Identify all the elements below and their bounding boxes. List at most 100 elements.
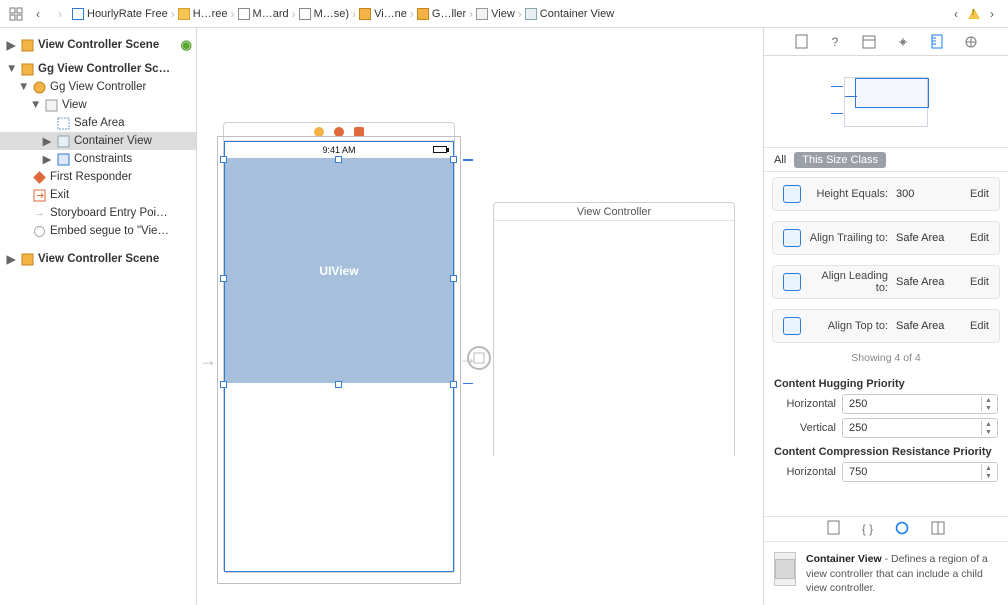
- breadcrumb[interactable]: M…ard: [238, 8, 289, 20]
- embedded-view[interactable]: [494, 221, 734, 458]
- scene-header[interactable]: View Controller: [494, 203, 734, 221]
- object-library-tab-icon[interactable]: [895, 521, 909, 538]
- row-label: Container View: [74, 135, 152, 147]
- constraint-label: Align Top to:: [809, 320, 888, 332]
- hugging-vertical-field[interactable]: 250▲▼: [842, 418, 998, 438]
- row-label: Gg View Controller: [50, 81, 146, 93]
- scene-row[interactable]: ▶View Controller Scene◉: [0, 36, 196, 54]
- forward-button[interactable]: ›: [50, 4, 70, 24]
- size-inspector-icon[interactable]: [929, 34, 945, 50]
- add-scene-icon[interactable]: ◉: [181, 37, 192, 53]
- constraint-trailing-icon: [783, 229, 801, 247]
- safe-area-row[interactable]: Safe Area: [0, 114, 196, 132]
- warning-icon[interactable]: [968, 8, 980, 19]
- scene-title: View Controller: [577, 206, 651, 218]
- container-view-row[interactable]: ▶Container View: [0, 132, 196, 150]
- breadcrumb[interactable]: HourlyRate Free: [72, 8, 168, 20]
- constraint-row[interactable]: Align Trailing to: Safe Area Edit: [772, 221, 1000, 255]
- attributes-inspector-icon[interactable]: [895, 34, 911, 50]
- help-inspector-icon[interactable]: ?: [827, 34, 843, 50]
- breadcrumb-label: H…ree: [193, 8, 228, 20]
- resize-handle[interactable]: [220, 381, 227, 388]
- edit-button[interactable]: Edit: [970, 320, 989, 332]
- hugging-horizontal-field[interactable]: 250 ▲▼: [842, 394, 998, 414]
- field-value: 250: [849, 398, 867, 410]
- constraint-value: Safe Area: [896, 276, 962, 288]
- breadcrumb[interactable]: M…se): [299, 8, 349, 20]
- stepper[interactable]: ▲▼: [981, 464, 995, 480]
- library-tab-bar: { }: [764, 516, 1008, 542]
- constraint-row[interactable]: Height Equals: 300 Edit: [772, 177, 1000, 211]
- entry-point-row[interactable]: →Storyboard Entry Poi…: [0, 204, 196, 222]
- section-compression: Content Compression Resistance Priority: [764, 440, 1008, 460]
- field-value: 750: [849, 466, 867, 478]
- breadcrumb[interactable]: Vi…ne: [359, 8, 407, 20]
- compression-horizontal-field[interactable]: 750 ▲▼: [842, 462, 998, 482]
- constraint-row[interactable]: Align Top to: Safe Area Edit: [772, 309, 1000, 343]
- breadcrumb-label: G…ller: [432, 8, 466, 20]
- container-view[interactable]: UIView: [225, 158, 453, 383]
- resize-handle[interactable]: [450, 156, 457, 163]
- edit-button[interactable]: Edit: [970, 276, 989, 288]
- size-class-filter: All This Size Class: [764, 148, 1008, 172]
- scene-header[interactable]: [224, 123, 454, 141]
- priority-label: Vertical: [774, 422, 836, 434]
- segue-icon[interactable]: [467, 346, 491, 370]
- filter-this-size-class[interactable]: This Size Class: [794, 152, 886, 168]
- vc-row[interactable]: ▼Gg View Controller: [0, 78, 196, 96]
- resize-handle[interactable]: [335, 156, 342, 163]
- resize-handle[interactable]: [335, 381, 342, 388]
- showing-count: Showing 4 of 4: [764, 348, 1008, 372]
- exit-row[interactable]: Exit: [0, 186, 196, 204]
- resize-handle[interactable]: [450, 275, 457, 282]
- embed-segue-row[interactable]: Embed segue to "Vie…: [0, 222, 196, 240]
- first-responder-row[interactable]: First Responder: [0, 168, 196, 186]
- stepper[interactable]: ▲▼: [981, 420, 995, 436]
- priority-label: Horizontal: [774, 398, 836, 410]
- exit-icon[interactable]: [354, 127, 364, 137]
- breadcrumb[interactable]: Container View: [525, 8, 614, 20]
- scene-embedded-vc[interactable]: View Controller: [493, 202, 735, 458]
- view-row[interactable]: ▼View: [0, 96, 196, 114]
- file-template-tab-icon[interactable]: [827, 520, 840, 538]
- constraint-label: Align Trailing to:: [809, 232, 888, 244]
- row-label: View Controller Scene: [38, 39, 159, 51]
- filter-all[interactable]: All: [774, 154, 786, 166]
- entry-arrow-icon[interactable]: →: [199, 350, 217, 371]
- resize-handle[interactable]: [220, 156, 227, 163]
- status-time: 9:41 AM: [322, 145, 355, 155]
- breadcrumb-label: Vi…ne: [374, 8, 407, 20]
- constraints-row[interactable]: ▶Constraints: [0, 150, 196, 168]
- vc-icon[interactable]: [314, 127, 324, 137]
- next-issue-button[interactable]: ›: [982, 4, 1002, 24]
- scene-row[interactable]: ▶View Controller Scene: [0, 250, 196, 268]
- breadcrumb-label: M…se): [314, 8, 349, 20]
- lib-title: Container View: [806, 553, 882, 565]
- related-items-icon[interactable]: [6, 4, 26, 24]
- identity-inspector-icon[interactable]: [861, 34, 877, 50]
- breadcrumb[interactable]: View: [476, 8, 515, 20]
- canvas[interactable]: 9:41 AM UIView → →: [197, 28, 764, 605]
- uiview-label: UIView: [319, 264, 358, 278]
- breadcrumb-label: M…ard: [253, 8, 289, 20]
- first-responder-icon[interactable]: [334, 127, 344, 137]
- constraint-row[interactable]: Align Leading to: Safe Area Edit: [772, 265, 1000, 299]
- file-inspector-icon[interactable]: [793, 34, 809, 50]
- breadcrumb[interactable]: H…ree: [178, 8, 228, 20]
- resize-handle[interactable]: [450, 381, 457, 388]
- media-library-tab-icon[interactable]: [931, 521, 945, 538]
- stepper[interactable]: ▲▼: [981, 396, 995, 412]
- device-view[interactable]: 9:41 AM UIView: [224, 141, 454, 572]
- code-snippet-tab-icon[interactable]: { }: [862, 522, 873, 536]
- edit-button[interactable]: Edit: [970, 232, 989, 244]
- scene-gg[interactable]: 9:41 AM UIView: [223, 122, 455, 573]
- scene-row[interactable]: ▼Gg View Controller Sc…: [0, 60, 196, 78]
- resize-handle[interactable]: [220, 275, 227, 282]
- back-button[interactable]: ‹: [28, 4, 48, 24]
- breadcrumb[interactable]: G…ller: [417, 8, 466, 20]
- prev-issue-button[interactable]: ‹: [946, 4, 966, 24]
- edit-button[interactable]: Edit: [970, 188, 989, 200]
- row-label: View: [62, 99, 87, 111]
- constraint-leading-icon: [783, 273, 801, 291]
- connections-inspector-icon[interactable]: [963, 34, 979, 50]
